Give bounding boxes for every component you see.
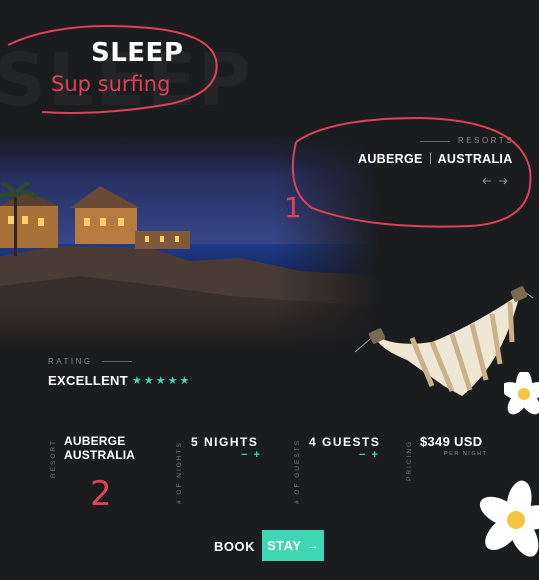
arrow-right-icon[interactable]	[498, 176, 508, 188]
price-value: $349 USD	[420, 434, 483, 449]
resort-name-line2: AUSTRALIA	[64, 448, 136, 462]
rating-value: EXCELLENT	[48, 373, 128, 388]
arrow-left-icon[interactable]	[482, 176, 492, 188]
price-unit: PER NIGHT	[444, 451, 488, 457]
rating-label: RATING	[48, 357, 93, 366]
book-label: BOOK	[214, 539, 255, 554]
resorts-divider	[420, 141, 450, 142]
guests-decrement-button[interactable]: −	[356, 449, 368, 461]
pricing-label: PRICING	[406, 439, 413, 481]
page-subtitle: Sup surfing	[51, 72, 171, 96]
resorts-label: RESORTS	[458, 136, 515, 145]
guests-increment-button[interactable]: +	[368, 449, 380, 461]
resort-separator	[429, 153, 431, 164]
annotation-marker-2: 2	[90, 474, 112, 514]
stay-button-label: STAY	[266, 538, 302, 553]
star-rating-icon: ★★★★★	[132, 375, 192, 387]
resort-location: AUSTRALIA	[437, 152, 513, 166]
nights-decrement-button[interactable]: −	[238, 449, 250, 461]
nights-stepper: − +	[238, 449, 263, 461]
resort-label: RESORT	[50, 439, 57, 478]
guests-value: 4 GUESTS	[309, 435, 381, 449]
arrow-right-icon: →	[307, 539, 319, 552]
resort-selector[interactable]: AUBERGE AUSTRALIA	[358, 152, 513, 166]
resort-name: AUBERGE	[358, 152, 423, 166]
resort-name-line1: AUBERGE	[64, 434, 126, 448]
guests-stepper: − +	[356, 449, 381, 461]
guests-label: # OF GUESTS	[294, 439, 301, 504]
flower-image	[466, 470, 539, 575]
flower-image	[500, 370, 539, 421]
nights-label: # OF NIGHTS	[176, 441, 183, 504]
nights-value: 5 NIGHTS	[191, 435, 259, 449]
rating-divider	[102, 361, 132, 362]
page-title: SLEEP	[91, 38, 184, 68]
nights-increment-button[interactable]: +	[250, 449, 262, 461]
hero-image	[0, 136, 380, 350]
stay-button[interactable]: STAY →	[262, 530, 324, 561]
